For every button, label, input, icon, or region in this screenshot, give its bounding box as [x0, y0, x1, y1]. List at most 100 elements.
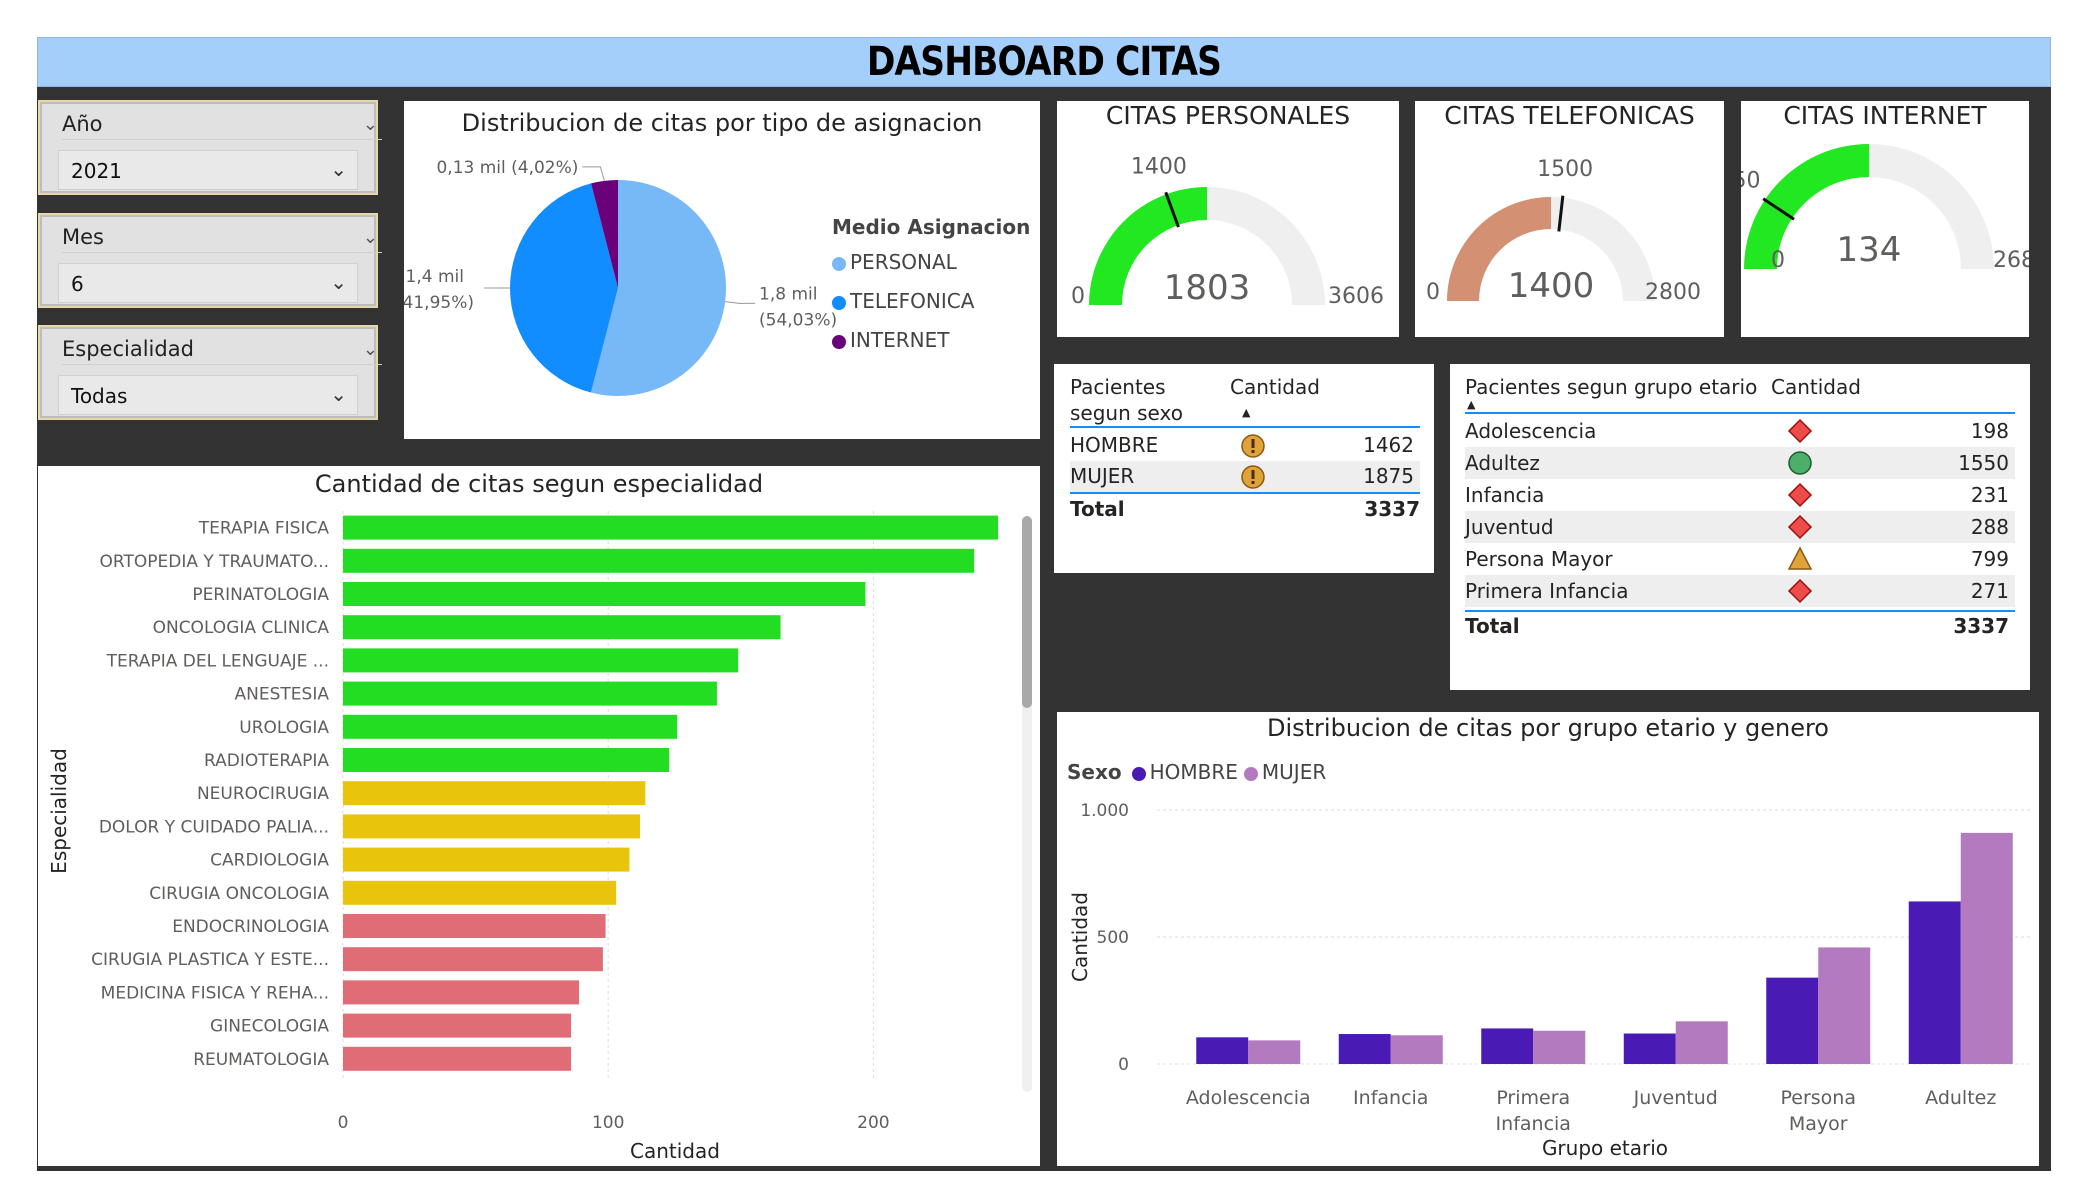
age-table-total-value: 3337: [1953, 614, 2009, 638]
bar-persona-mayor-mujer[interactable]: [1818, 947, 1871, 1064]
legend-dot-icon: [832, 334, 846, 349]
legend-dot-icon: [832, 295, 846, 310]
slicer-anio-value: 2021: [71, 159, 122, 183]
bar-primera-infancia-mujer[interactable]: [1533, 1030, 1586, 1064]
gauge-chart-telefonicas: 1500 1400 0 2800: [1426, 157, 1701, 306]
slicer-especialidad-header: Especialidad ⌄: [62, 337, 382, 365]
table-row[interactable]: Primera Infancia 271: [1465, 575, 2015, 607]
age-table-header-cantidad[interactable]: Cantidad: [1771, 374, 1861, 400]
y-tick-label: CIRUGIA ONCOLOGIA: [149, 884, 329, 904]
bar-terapia-del-lenguaje[interactable]: [343, 648, 739, 673]
grupo-etario-bar-chart: 0 500 1.000 Adolescencia Infancia Primera Infa…: [1068, 801, 2032, 1160]
grupo-etario-chart-panel: Distribucion de citas por grupo etario y…: [1057, 712, 2039, 1166]
slicer-mes[interactable]: Mes ⌄ 6 ⌄: [38, 213, 382, 308]
pie-legend-item-telefonica[interactable]: TELEFONICA: [832, 286, 974, 325]
gauge-panel-telefonicas: CITAS TELEFONICAS 1500 1400 0 2800: [1415, 101, 1724, 337]
chevron-down-icon[interactable]: ⌄: [363, 227, 378, 248]
slicer-anio[interactable]: Año ⌄ 2021 ⌄: [38, 100, 382, 195]
x-tick-label: 0: [338, 1113, 349, 1133]
bar-neurocirugia[interactable]: [343, 781, 646, 806]
table-row-label: MUJER: [1070, 464, 1135, 488]
warning-icon: [1241, 433, 1265, 458]
table-row-label: Primera Infancia: [1465, 579, 1629, 603]
table-row-value: 1875: [1363, 464, 1414, 488]
bar-juventud-hombre[interactable]: [1623, 1033, 1676, 1064]
table-row[interactable]: Juventud 288: [1465, 511, 2015, 543]
sex-table-header-label[interactable]: Pacientes segun sexo: [1070, 374, 1183, 426]
bar-dolor-y-cuidado-palia[interactable]: [343, 814, 641, 839]
y-tick-label: REUMATOLOGIA: [193, 1050, 329, 1070]
bar-infancia-hombre[interactable]: [1338, 1034, 1391, 1064]
sort-ascending-icon[interactable]: ▲: [1467, 398, 1475, 411]
pie-legend-item-internet[interactable]: INTERNET: [832, 325, 974, 364]
sex-table-header-cantidad[interactable]: Cantidad: [1230, 374, 1320, 400]
y-tick-label: PERINATOLOGIA: [192, 585, 329, 605]
bar-persona-mayor-hombre[interactable]: [1766, 977, 1819, 1064]
slicer-anio-dropdown[interactable]: 2021 ⌄: [58, 150, 358, 190]
sort-ascending-icon[interactable]: ▲: [1242, 406, 1250, 419]
age-table-header-label[interactable]: Pacientes segun grupo etario: [1465, 374, 1757, 400]
table-row-kpi: [1787, 578, 1813, 604]
gauge-max-label: 268: [1993, 248, 2029, 273]
bar-endocrinologia[interactable]: [343, 914, 606, 938]
slicer-especialidad-dropdown[interactable]: Todas ⌄: [58, 375, 358, 415]
warning-icon: [1241, 464, 1265, 489]
chevron-down-icon[interactable]: ⌄: [363, 114, 378, 135]
bar-perinatologia[interactable]: [343, 582, 866, 606]
bar-adolescencia-hombre[interactable]: [1196, 1037, 1249, 1064]
sex-table-header-line1: Pacientes: [1070, 375, 1166, 399]
gauge-panel-personales: CITAS PERSONALES 1400 1803 0 3606: [1057, 101, 1399, 337]
red-diamond-icon: [1787, 418, 1813, 444]
y-tick-label: TERAPIA DEL LENGUAJE ...: [106, 651, 329, 671]
table-row[interactable]: HOMBRE 1462: [1070, 430, 1420, 461]
chart-scrollbar-thumb[interactable]: [1022, 516, 1032, 708]
bar-radioterapia[interactable]: [343, 748, 670, 772]
bar-infancia-mujer[interactable]: [1390, 1035, 1443, 1064]
bar-cirugia-plastica-y-este[interactable]: [343, 947, 603, 972]
yellow-triangle-icon: [1787, 546, 1813, 570]
sex-table-header-divider: [1070, 426, 1420, 428]
bar-adultez-hombre[interactable]: [1908, 901, 1961, 1064]
bar-juventud-mujer[interactable]: [1675, 1021, 1728, 1064]
y-tick-label: CARDIOLOGIA: [210, 851, 329, 871]
bar-cardiologia[interactable]: [343, 847, 630, 872]
green-circle-icon: [1788, 451, 1812, 475]
table-row[interactable]: Infancia 231: [1465, 479, 2015, 511]
slicer-especialidad[interactable]: Especialidad ⌄ Todas ⌄: [38, 325, 382, 420]
y-tick-label: ONCOLOGIA CLINICA: [153, 618, 330, 638]
chevron-down-icon[interactable]: ⌄: [363, 339, 378, 360]
pie-leader-line: [725, 301, 756, 304]
table-row-kpi: [1787, 482, 1813, 508]
chevron-down-icon: ⌄: [330, 157, 347, 181]
age-table-panel: Pacientes segun grupo etario Cantidad ▲ …: [1450, 364, 2030, 690]
bar-adultez-mujer[interactable]: [1960, 832, 2013, 1064]
bar-anestesia[interactable]: [343, 681, 717, 706]
sex-table-header-line2: segun sexo: [1070, 401, 1183, 425]
pie-pct-label-personal: (54,03%): [759, 310, 837, 330]
y-tick-label: 0: [1118, 1055, 1129, 1075]
bar-ginecologia[interactable]: [343, 1013, 572, 1038]
bar-terapia-fisica[interactable]: [343, 515, 999, 540]
bar-medicina-fisica-y-reha[interactable]: [343, 980, 580, 1005]
table-row[interactable]: Adultez 1550: [1465, 447, 2015, 479]
table-row-label: Infancia: [1465, 483, 1545, 507]
pie-panel: Distribucion de citas por tipo de asigna…: [404, 101, 1040, 439]
bar-ortopedia-y-traumato[interactable]: [343, 548, 975, 573]
slicer-mes-dropdown[interactable]: 6 ⌄: [58, 263, 358, 303]
table-row[interactable]: Adolescencia 198: [1465, 415, 2015, 447]
slicer-anio-label: Año: [62, 112, 103, 136]
gauge-panel-internet: CITAS INTERNET 501340268: [1741, 101, 2029, 337]
table-row[interactable]: MUJER 1875: [1070, 461, 1420, 492]
table-row-kpi: [1240, 464, 1266, 490]
x-tick-label: Infancia: [1496, 1113, 1571, 1135]
bar-oncologia-clinica[interactable]: [343, 615, 781, 640]
bar-reumatologia[interactable]: [343, 1046, 572, 1071]
age-table-header-divider: [1465, 412, 2015, 414]
bar-cirugia-oncologia[interactable]: [343, 880, 617, 905]
bar-primera-infancia-hombre[interactable]: [1481, 1028, 1534, 1064]
bar-adolescencia-mujer[interactable]: [1248, 1040, 1301, 1064]
table-row[interactable]: Persona Mayor 799: [1465, 543, 2015, 575]
bar-urologia[interactable]: [343, 714, 678, 739]
sex-table-panel: Pacientes segun sexo Cantidad ▲ HOMBRE 146…: [1054, 364, 1434, 573]
pie-legend-item-personal[interactable]: PERSONAL: [832, 247, 974, 286]
